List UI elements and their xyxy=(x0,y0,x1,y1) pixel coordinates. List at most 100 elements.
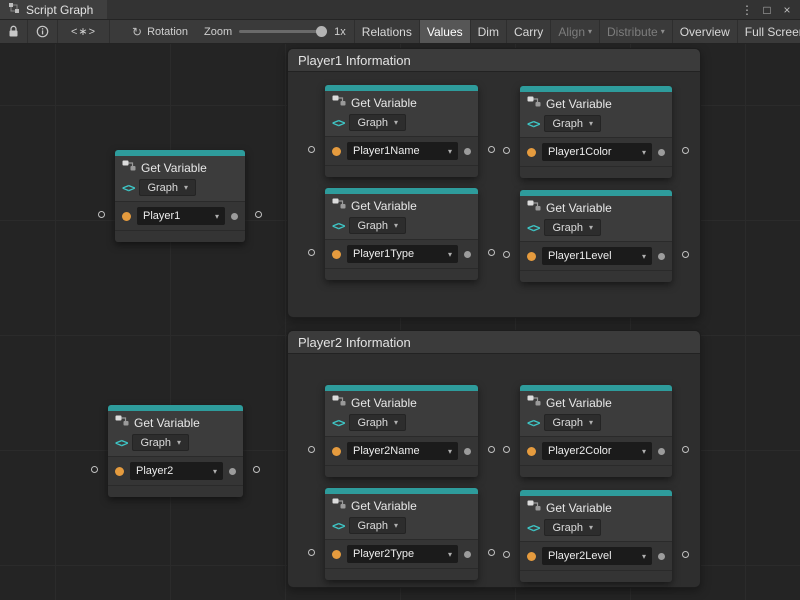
left-port[interactable] xyxy=(308,146,315,153)
chevron-down-icon: ▾ xyxy=(448,447,452,456)
get-variable-node-player2color[interactable]: Get Variable <> Graph ▾ Player2Color ▾ xyxy=(520,385,672,477)
variable-row: Player2 ▾ xyxy=(108,456,243,486)
close-icon[interactable]: × xyxy=(778,3,796,17)
value-indicator-dot xyxy=(658,149,665,156)
output-port[interactable] xyxy=(253,466,260,473)
scope-dropdown[interactable]: Graph ▾ xyxy=(132,434,189,451)
chevron-down-icon: ▾ xyxy=(394,418,398,427)
variable-name-dropdown[interactable]: Player1 ▾ xyxy=(137,207,225,225)
get-variable-node-player1level[interactable]: Get Variable <> Graph ▾ Player1Level ▾ xyxy=(520,190,672,282)
graph-canvas[interactable]: Player1 Information Player2 Information … xyxy=(0,44,800,600)
output-port[interactable] xyxy=(682,251,689,258)
node-footer xyxy=(108,486,243,497)
output-port[interactable] xyxy=(255,211,262,218)
get-variable-node-player1[interactable]: Get Variable <> Graph ▾ Player1 ▾ xyxy=(115,150,245,242)
variable-name-dropdown[interactable]: Player1Color ▾ xyxy=(542,143,652,161)
left-port[interactable] xyxy=(503,251,510,258)
input-port-dot[interactable] xyxy=(527,148,536,157)
input-port-dot[interactable] xyxy=(332,447,341,456)
variable-kind-icon: <> xyxy=(527,221,539,235)
input-port-dot[interactable] xyxy=(527,552,536,561)
zoom-slider[interactable] xyxy=(239,30,327,33)
scope-dropdown[interactable]: Graph ▾ xyxy=(349,217,406,234)
node-title: Get Variable xyxy=(546,97,612,111)
output-port[interactable] xyxy=(682,551,689,558)
rotation-control[interactable]: ↻ Rotation xyxy=(124,20,196,43)
variable-name-dropdown[interactable]: Player2Name ▾ xyxy=(347,442,458,460)
node-title: Get Variable xyxy=(546,201,612,215)
node-header: Get Variable <> Graph ▾ xyxy=(115,156,245,201)
info-button[interactable] xyxy=(28,20,58,43)
input-port-dot[interactable] xyxy=(527,252,536,261)
node-footer xyxy=(325,466,478,477)
get-variable-node-player2level[interactable]: Get Variable <> Graph ▾ Player2Level ▾ xyxy=(520,490,672,582)
variable-name-dropdown[interactable]: Player1Name ▾ xyxy=(347,142,458,160)
left-port[interactable] xyxy=(308,446,315,453)
output-port[interactable] xyxy=(488,146,495,153)
toolbar-button-overview[interactable]: Overview xyxy=(672,20,737,43)
scope-dropdown[interactable]: Graph ▾ xyxy=(544,115,601,132)
scope-dropdown[interactable]: Graph ▾ xyxy=(544,519,601,536)
left-port[interactable] xyxy=(91,466,98,473)
toolbar-button-carry[interactable]: Carry xyxy=(506,20,550,43)
node-title: Get Variable xyxy=(351,499,417,513)
zoom-slider-knob[interactable] xyxy=(316,26,327,37)
get-variable-node-player1type[interactable]: Get Variable <> Graph ▾ Player1Type ▾ xyxy=(325,188,478,280)
left-port[interactable] xyxy=(98,211,105,218)
get-variable-node-player1name[interactable]: Get Variable <> Graph ▾ Player1Name ▾ xyxy=(325,85,478,177)
maximize-icon[interactable]: □ xyxy=(758,3,776,17)
variable-name-dropdown[interactable]: Player2Level ▾ xyxy=(542,547,652,565)
left-port[interactable] xyxy=(503,446,510,453)
toolbar-button-relations[interactable]: Relations xyxy=(354,20,419,43)
output-port[interactable] xyxy=(488,249,495,256)
get-variable-node-player1color[interactable]: Get Variable <> Graph ▾ Player1Color ▾ xyxy=(520,86,672,178)
group-header[interactable]: Player2 Information xyxy=(288,331,700,354)
scope-dropdown[interactable]: Graph ▾ xyxy=(349,114,406,131)
node-title: Get Variable xyxy=(141,161,207,175)
node-header: Get Variable <> Graph ▾ xyxy=(325,494,478,539)
group-header[interactable]: Player1 Information xyxy=(288,49,700,72)
input-port-dot[interactable] xyxy=(332,250,341,259)
graph-breadcrumb-button[interactable]: <∗> xyxy=(58,20,110,43)
scope-dropdown[interactable]: Graph ▾ xyxy=(349,517,406,534)
toolbar-button-full-screen[interactable]: Full Screen xyxy=(737,20,800,43)
node-footer xyxy=(115,231,245,242)
toolbar-button-dim[interactable]: Dim xyxy=(470,20,506,43)
scope-dropdown[interactable]: Graph ▾ xyxy=(544,414,601,431)
variable-name-dropdown[interactable]: Player2 ▾ xyxy=(130,462,223,480)
value-indicator-dot xyxy=(658,448,665,455)
get-variable-node-player2name[interactable]: Get Variable <> Graph ▾ Player2Name ▾ xyxy=(325,385,478,477)
input-port-dot[interactable] xyxy=(332,550,341,559)
tab-script-graph[interactable]: Script Graph xyxy=(0,0,107,19)
lock-button[interactable] xyxy=(0,20,28,43)
input-port-dot[interactable] xyxy=(115,467,124,476)
window-menu-icon[interactable]: ⋮ xyxy=(738,3,756,17)
output-port[interactable] xyxy=(488,446,495,453)
scope-dropdown[interactable]: Graph ▾ xyxy=(139,179,196,196)
output-port[interactable] xyxy=(488,549,495,556)
left-port[interactable] xyxy=(503,551,510,558)
chevron-down-icon: ▾ xyxy=(589,418,593,427)
toolbar-button-label: Distribute xyxy=(607,25,658,39)
input-port-dot[interactable] xyxy=(122,212,131,221)
scope-dropdown[interactable]: Graph ▾ xyxy=(544,219,601,236)
scope-dropdown[interactable]: Graph ▾ xyxy=(349,414,406,431)
left-port[interactable] xyxy=(308,549,315,556)
variable-name-dropdown[interactable]: Player2Type ▾ xyxy=(347,545,458,563)
left-port[interactable] xyxy=(308,249,315,256)
variable-name-dropdown[interactable]: Player2Color ▾ xyxy=(542,442,652,460)
input-port-dot[interactable] xyxy=(332,147,341,156)
left-port[interactable] xyxy=(503,147,510,154)
input-port-dot[interactable] xyxy=(527,447,536,456)
output-port[interactable] xyxy=(682,147,689,154)
variable-name-label: Player1Level xyxy=(548,250,612,262)
output-port[interactable] xyxy=(682,446,689,453)
get-variable-node-player2type[interactable]: Get Variable <> Graph ▾ Player2Type ▾ xyxy=(325,488,478,580)
variable-name-dropdown[interactable]: Player1Type ▾ xyxy=(347,245,458,263)
get-variable-node-player2[interactable]: Get Variable <> Graph ▾ Player2 ▾ xyxy=(108,405,243,497)
toolbar-button-values[interactable]: Values xyxy=(419,20,470,43)
node-footer xyxy=(520,271,672,282)
variable-name-dropdown[interactable]: Player1Level ▾ xyxy=(542,247,652,265)
info-icon xyxy=(36,25,49,38)
variable-row: Player1Color ▾ xyxy=(520,137,672,167)
